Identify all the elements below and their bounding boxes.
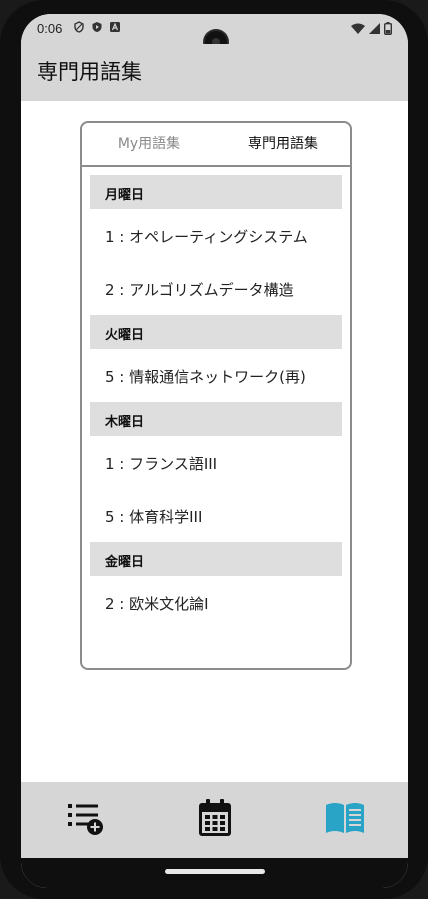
list-item[interactable]: 1 : オペレーティングシステム — [105, 226, 308, 247]
app-bar: 専門用語集 — [21, 44, 408, 101]
status-right — [351, 22, 392, 35]
book-icon — [326, 803, 364, 833]
battery-icon — [384, 22, 392, 35]
day-header-tuesday: 火曜日 — [90, 315, 342, 349]
day-header-friday: 金曜日 — [90, 542, 342, 576]
nav-calendar-button[interactable] — [187, 790, 243, 846]
screen: 0:06 専門用語集 My用語集 専門用語集 月曜日 1: オペレーティングシ… — [21, 14, 408, 888]
home-gesture-bar[interactable] — [165, 869, 265, 874]
gesture-area — [21, 858, 408, 888]
phone-frame: 0:06 専門用語集 My用語集 専門用語集 月曜日 1: オペレーティングシ… — [0, 0, 428, 899]
page-title: 専門用語集 — [37, 60, 142, 84]
shield-icon — [74, 21, 84, 33]
day-label: 火曜日 — [105, 328, 145, 343]
day-label: 金曜日 — [105, 555, 145, 570]
day-label: 木曜日 — [105, 415, 145, 430]
status-left-icons — [73, 21, 121, 33]
list-item[interactable]: 2 : アルゴリズムデータ構造 — [105, 279, 294, 300]
day-header-thursday: 木曜日 — [90, 402, 342, 436]
calendar-icon — [199, 799, 231, 836]
app-notification-icon — [110, 22, 120, 32]
day-header-monday: 月曜日 — [90, 175, 342, 209]
nav-course-list-button[interactable] — [58, 790, 114, 846]
list-item[interactable]: 5 : 体育科学III — [105, 506, 202, 527]
tab-my-terms[interactable]: My用語集 — [82, 123, 216, 165]
list-item[interactable]: 5 : 情報通信ネットワーク(再) — [105, 366, 306, 387]
signal-icon — [369, 23, 380, 34]
term-list-card: My用語集 専門用語集 月曜日 1 : オペレーティングシステム 2 : アルゴ… — [80, 121, 352, 670]
day-label: 月曜日 — [105, 188, 145, 203]
wifi-icon — [351, 23, 365, 34]
bottom-nav — [21, 782, 408, 858]
tab-technical-terms[interactable]: 専門用語集 — [216, 123, 350, 165]
tab-bar: My用語集 専門用語集 — [82, 123, 350, 167]
list-item[interactable]: 2 : 欧米文化論I — [105, 593, 209, 614]
status-time: 0:06 — [37, 21, 63, 36]
playlist-add-icon — [68, 804, 103, 835]
nav-glossary-button[interactable] — [317, 790, 373, 846]
play-protect-icon — [92, 22, 102, 32]
list-item[interactable]: 1 : フランス語III — [105, 453, 217, 474]
